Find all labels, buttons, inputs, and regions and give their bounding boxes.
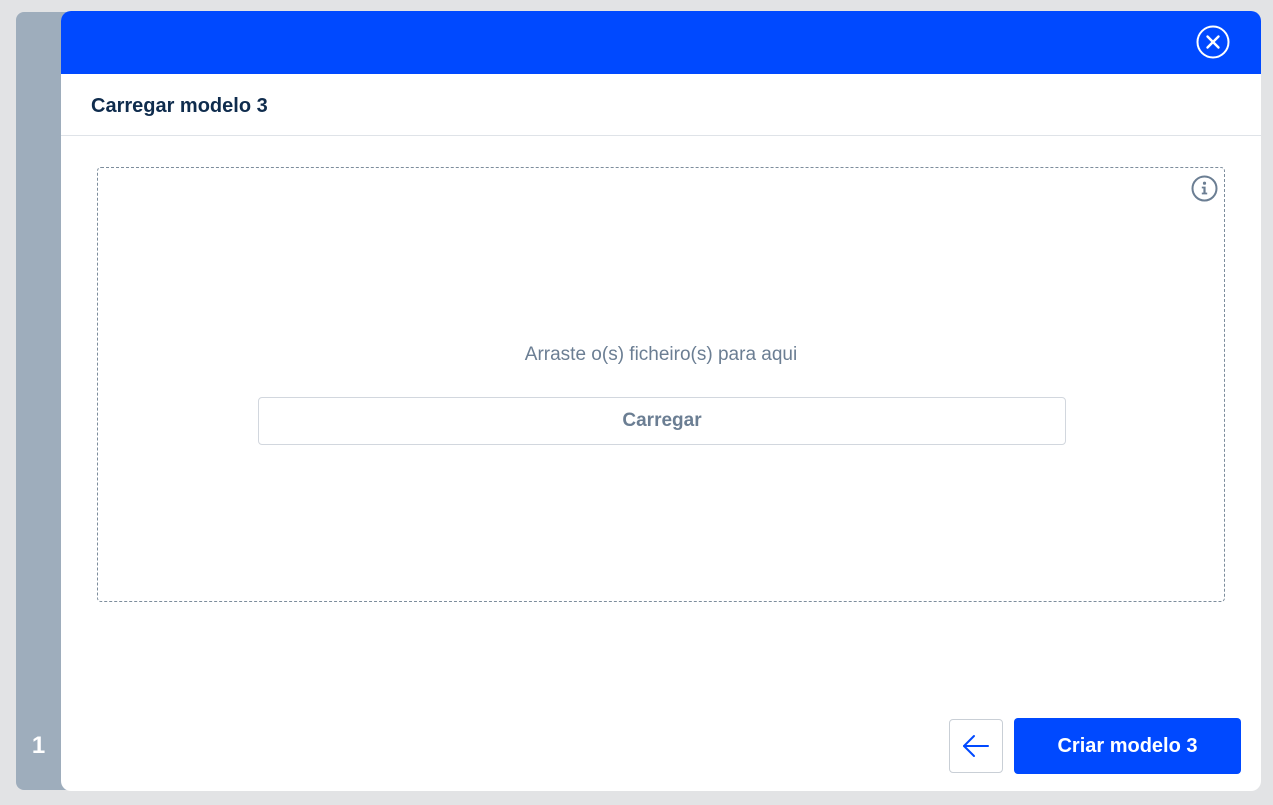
step-number: 1: [31, 732, 46, 759]
app-stage: 1 Carregar modelo 3 Arraste o(s) ficheir…: [0, 0, 1273, 805]
info-button[interactable]: [1191, 175, 1218, 202]
arrow-left-icon: [963, 735, 989, 757]
dialog-title: Carregar modelo 3: [91, 95, 268, 117]
file-dropzone[interactable]: Arraste o(s) ficheiro(s) para aqui Carre…: [97, 167, 1225, 602]
create-model-button[interactable]: Criar modelo 3: [1014, 718, 1241, 774]
upload-button[interactable]: Carregar: [258, 397, 1066, 445]
upload-dialog: Carregar modelo 3 Arraste o(s) ficheiro(…: [61, 11, 1261, 791]
drop-hint-text: Arraste o(s) ficheiro(s) para aqui: [524, 344, 798, 365]
close-button[interactable]: [1196, 25, 1230, 59]
dialog-title-bar: Carregar modelo 3: [61, 74, 1261, 136]
info-circle-icon: [1191, 175, 1218, 202]
back-button[interactable]: [949, 719, 1003, 773]
dialog-header: [61, 11, 1261, 74]
close-circle-icon: [1196, 25, 1230, 59]
